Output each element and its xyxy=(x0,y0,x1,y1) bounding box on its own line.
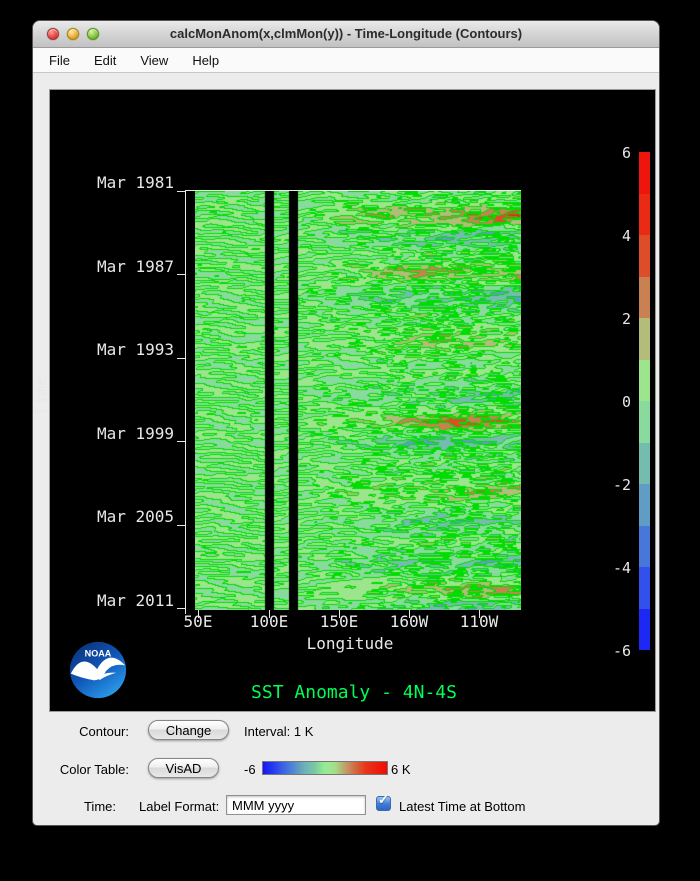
gradient-max-label: 6 K xyxy=(391,762,411,777)
desktop: { "window": { "title": "calcMonAnom(x,cl… xyxy=(0,0,700,881)
display-panel: Mar 1981 Mar 1987 Mar 1993 Mar 1999 Mar … xyxy=(49,89,656,712)
menu-help[interactable]: Help xyxy=(192,53,219,68)
colorbar-tick-label: 6 xyxy=(591,144,631,162)
y-axis-line xyxy=(185,190,186,614)
y-tick-label: Mar 1981 xyxy=(64,173,174,192)
colorbar-tick-label: -4 xyxy=(591,559,631,577)
y-tick xyxy=(177,441,185,442)
colorbar-tick-label: 0 xyxy=(591,393,631,411)
x-axis-title: Longitude xyxy=(280,634,420,653)
colorbar-tick-label: -6 xyxy=(591,642,631,660)
y-tick xyxy=(177,608,185,609)
plot-title: SST Anomaly - 4N-4S xyxy=(204,682,504,703)
y-tick xyxy=(177,525,185,526)
y-tick-label: Mar 1987 xyxy=(64,257,174,276)
y-tick-label: Mar 2005 xyxy=(64,507,174,526)
checkmark-icon: ✓ xyxy=(378,793,389,806)
x-tick-label: 50E xyxy=(158,612,238,631)
y-tick-label: Mar 2011 xyxy=(64,591,174,610)
title-bar[interactable]: calcMonAnom(x,clmMon(y)) - Time-Longitud… xyxy=(33,21,659,48)
latest-time-checkbox[interactable]: ✓ xyxy=(376,796,391,811)
app-window: calcMonAnom(x,clmMon(y)) - Time-Longitud… xyxy=(32,20,660,826)
y-tick-label: Mar 1993 xyxy=(64,340,174,359)
x-tick-label: 110W xyxy=(439,612,519,631)
color-table-label: Color Table: xyxy=(43,762,129,777)
y-tick xyxy=(177,358,185,359)
y-tick-label: Mar 1999 xyxy=(64,424,174,443)
x-tick-label: 160W xyxy=(369,612,449,631)
label-format-label: Label Format: xyxy=(139,799,219,814)
svg-text:NOAA: NOAA xyxy=(85,648,112,658)
menu-edit[interactable]: Edit xyxy=(94,53,116,68)
colorbar-tick-label: 4 xyxy=(591,227,631,245)
colorbar-tick-label: -2 xyxy=(591,476,631,494)
color-table-gradient xyxy=(262,761,388,775)
y-tick xyxy=(177,274,185,275)
label-format-input[interactable] xyxy=(226,795,366,815)
colorbar-tick-label: 2 xyxy=(591,310,631,328)
latest-time-checkbox-label: Latest Time at Bottom xyxy=(399,799,525,814)
contour-canvas[interactable] xyxy=(195,191,521,610)
x-tick-label: 100E xyxy=(229,612,309,631)
contour-label: Contour: xyxy=(53,724,129,739)
menu-view[interactable]: View xyxy=(140,53,168,68)
noaa-logo-icon: NOAA xyxy=(69,641,127,699)
x-tick-label: 150E xyxy=(299,612,379,631)
y-tick xyxy=(177,191,185,192)
change-button[interactable]: Change xyxy=(148,720,229,740)
colorbar-gradient xyxy=(639,152,650,650)
interval-text: Interval: 1 K xyxy=(244,724,313,739)
y-axis-title: Time xyxy=(32,375,50,415)
visad-button[interactable]: VisAD xyxy=(148,758,219,778)
window-title: calcMonAnom(x,clmMon(y)) - Time-Longitud… xyxy=(33,26,659,41)
window-content: Mar 1981 Mar 1987 Mar 1993 Mar 1999 Mar … xyxy=(33,73,659,826)
time-label: Time: xyxy=(71,799,116,814)
gradient-min-label: -6 xyxy=(244,762,256,777)
menu-file[interactable]: File xyxy=(49,53,70,68)
menu-bar: File Edit View Help xyxy=(33,48,659,73)
